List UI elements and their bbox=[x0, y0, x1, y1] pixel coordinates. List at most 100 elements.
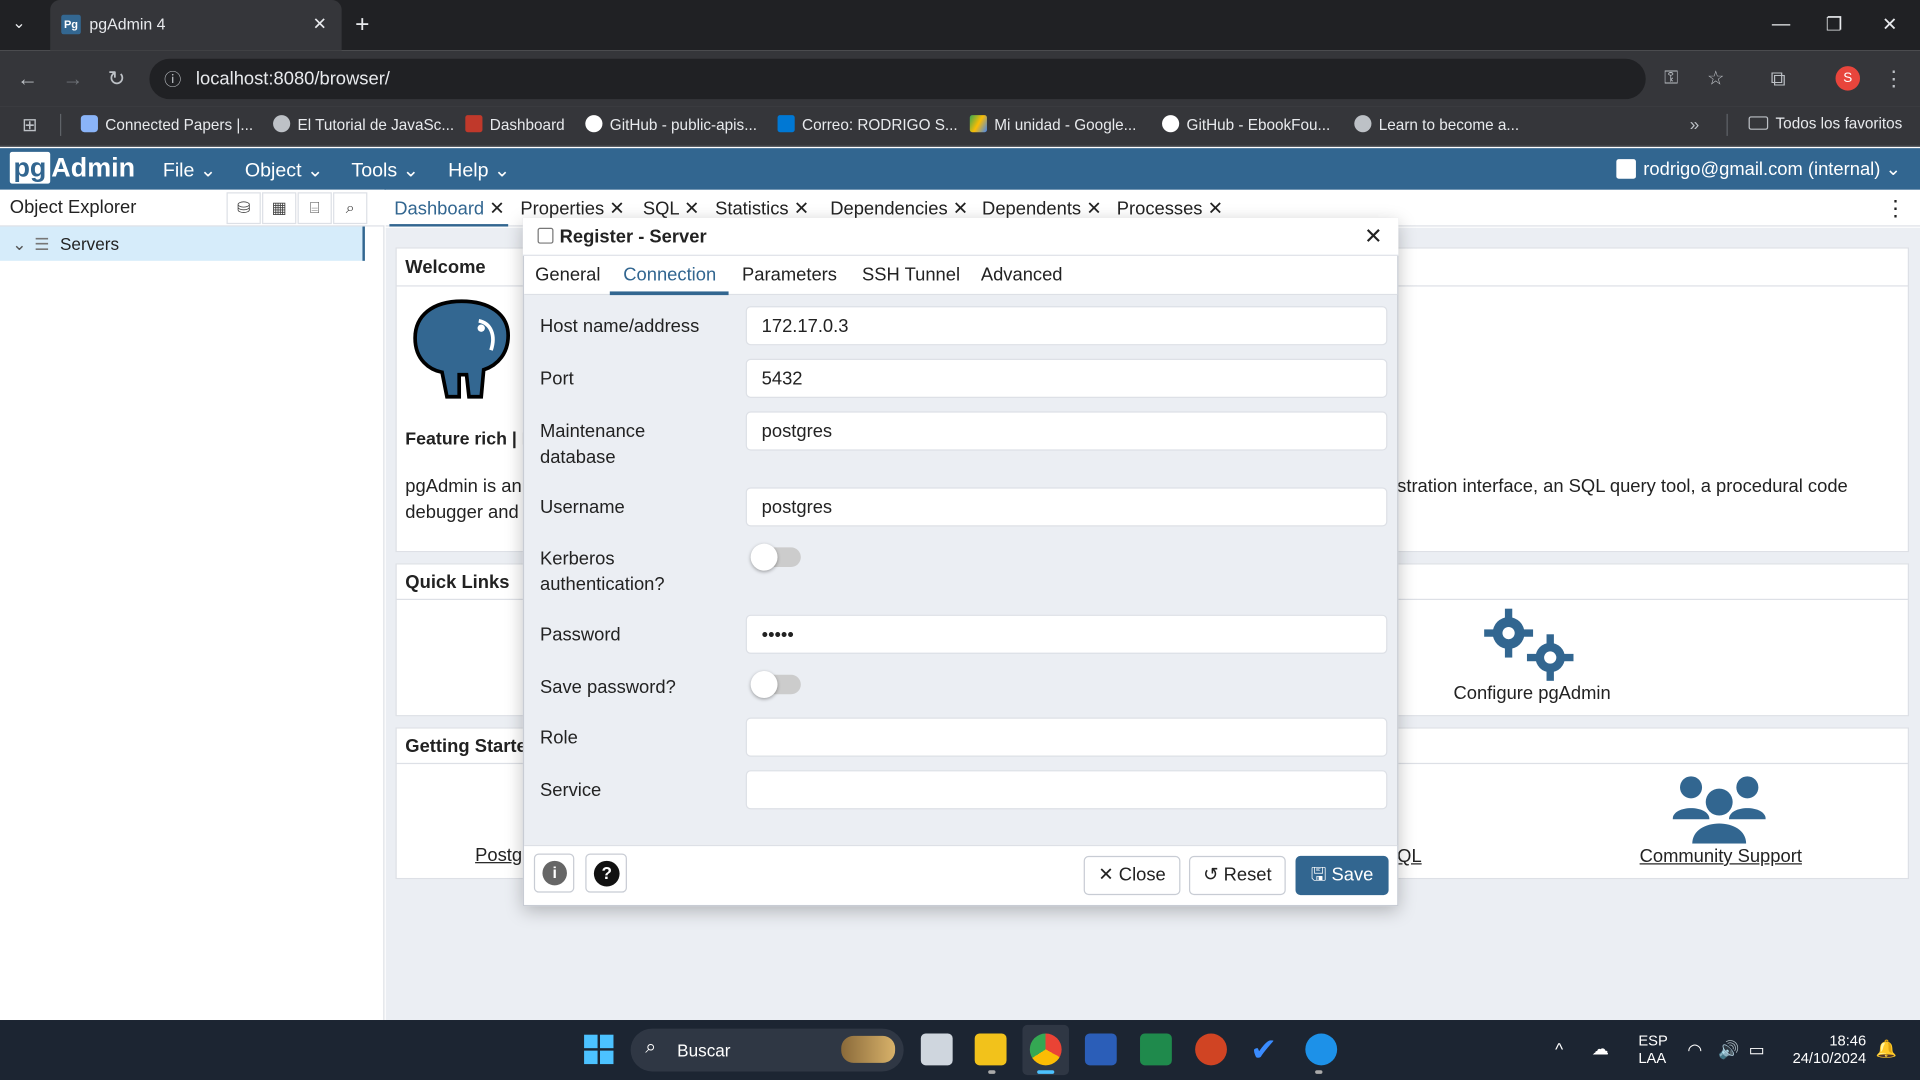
password-key-icon[interactable]: ⚿ bbox=[1664, 67, 1678, 88]
more-bookmarks-icon[interactable]: » bbox=[1690, 114, 1700, 134]
tab-general[interactable]: General bbox=[535, 264, 600, 285]
bookmark-item[interactable]: El Tutorial de JavaSc... bbox=[273, 115, 454, 133]
service-input[interactable] bbox=[745, 770, 1388, 810]
bookmark-item[interactable]: Correo: RODRIGO S... bbox=[777, 115, 958, 133]
user-menu[interactable]: rodrigo@gmail.com (internal) ⌄ bbox=[1616, 158, 1901, 180]
bookmark-item[interactable]: Learn to become a... bbox=[1354, 115, 1519, 133]
kerberos-toggle[interactable] bbox=[750, 543, 801, 571]
bookmark-item[interactable]: Connected Papers |... bbox=[80, 115, 253, 133]
community-users-icon[interactable] bbox=[1672, 770, 1766, 844]
menu-file[interactable]: File ⌄ bbox=[163, 158, 216, 182]
bookmark-item[interactable]: GitHub - EbookFou... bbox=[1162, 115, 1330, 133]
username-input[interactable] bbox=[745, 487, 1388, 527]
menu-tools[interactable]: Tools ⌄ bbox=[351, 158, 419, 182]
dialog-close-icon[interactable]: ✕ bbox=[1364, 224, 1382, 250]
port-input[interactable] bbox=[745, 358, 1388, 398]
battery-icon[interactable]: ▭ bbox=[1749, 1040, 1765, 1061]
community-support-link[interactable]: Community Support bbox=[1640, 846, 1802, 867]
close-icon[interactable]: ✕ bbox=[1208, 198, 1223, 219]
menu-object[interactable]: Object ⌄ bbox=[245, 158, 324, 182]
tree-node-servers[interactable]: ⌄ ☰ Servers bbox=[0, 226, 365, 261]
browser-menu-icon[interactable]: ⋮ bbox=[1883, 67, 1904, 91]
filter-rows-icon[interactable]: ⌸ bbox=[297, 192, 332, 225]
volume-icon[interactable]: 🔊 bbox=[1718, 1040, 1739, 1061]
omnibox[interactable]: ⓘ localhost:8080/browser/ ⚿ ☆ bbox=[149, 58, 1725, 100]
postgres-docs-link[interactable]: Postg bbox=[475, 845, 522, 866]
close-tab-icon[interactable]: ✕ bbox=[313, 13, 327, 34]
file-explorer-icon[interactable] bbox=[974, 1033, 1007, 1066]
site-info-icon[interactable]: ⓘ bbox=[164, 67, 181, 91]
menu-help[interactable]: Help ⌄ bbox=[448, 158, 510, 182]
tray-overflow-icon[interactable]: ^ bbox=[1555, 1040, 1563, 1060]
help-button[interactable]: ? bbox=[585, 853, 627, 893]
info-button[interactable]: i bbox=[533, 853, 575, 893]
bookmark-item[interactable]: GitHub - public-apis... bbox=[585, 115, 757, 133]
save-button[interactable]: 🖫 Save bbox=[1295, 855, 1389, 896]
forward-icon[interactable]: → bbox=[62, 67, 83, 91]
maintenance-db-label: Maintenance database bbox=[540, 421, 646, 468]
configure-pgadmin-link[interactable]: Configure pgAdmin bbox=[1453, 683, 1610, 704]
bookmark-item[interactable]: Mi unidad - Google... bbox=[969, 115, 1136, 133]
query-tool-icon[interactable]: ⛁ bbox=[226, 192, 261, 225]
apps-grid-icon[interactable]: ⊞ bbox=[22, 114, 37, 136]
back-icon[interactable]: ← bbox=[17, 67, 38, 91]
tab-statistics[interactable]: Statistics ✕ bbox=[715, 197, 809, 219]
close-icon[interactable]: ✕ bbox=[489, 198, 504, 219]
close-icon[interactable]: ✕ bbox=[609, 198, 624, 219]
close-button[interactable]: ✕ Close bbox=[1083, 855, 1181, 896]
tab-connection[interactable]: Connection bbox=[623, 264, 716, 285]
maintenance-db-input[interactable] bbox=[745, 411, 1388, 451]
docker-icon[interactable] bbox=[1305, 1033, 1338, 1066]
all-bookmarks-folder[interactable]: Todos los favoritos bbox=[1748, 115, 1902, 132]
powerpoint-icon[interactable] bbox=[1195, 1033, 1227, 1066]
tab-dependencies[interactable]: Dependencies ✕ bbox=[830, 197, 968, 219]
window-close-icon[interactable]: ✕ bbox=[1882, 13, 1897, 36]
browser-tab[interactable]: Pg pgAdmin 4 ✕ bbox=[50, 0, 342, 51]
windows-start-icon[interactable] bbox=[584, 1034, 614, 1065]
configure-gears-icon[interactable] bbox=[1484, 608, 1577, 682]
bookmark-star-icon[interactable]: ☆ bbox=[1707, 66, 1725, 90]
extensions-icon[interactable]: ⧉ bbox=[1771, 67, 1786, 91]
tab-processes[interactable]: Processes ✕ bbox=[1117, 197, 1223, 219]
tab-dependents[interactable]: Dependents ✕ bbox=[982, 197, 1102, 219]
close-icon[interactable]: ✕ bbox=[953, 198, 968, 219]
excel-icon[interactable] bbox=[1140, 1033, 1172, 1066]
chrome-icon[interactable] bbox=[1029, 1033, 1062, 1066]
tab-advanced[interactable]: Advanced bbox=[981, 264, 1063, 285]
task-view-icon[interactable] bbox=[920, 1033, 953, 1066]
more-options-icon[interactable]: ⋮ bbox=[1885, 196, 1907, 222]
close-icon[interactable]: ✕ bbox=[1086, 198, 1101, 219]
sql-link[interactable]: QL bbox=[1397, 846, 1422, 867]
reset-button[interactable]: ↺ Reset bbox=[1188, 855, 1286, 896]
tab-ssh-tunnel[interactable]: SSH Tunnel bbox=[862, 264, 960, 285]
tab-sql[interactable]: SQL ✕ bbox=[643, 197, 700, 219]
search-objects-icon[interactable]: ⌕ bbox=[333, 192, 368, 225]
bookmark-item[interactable]: Dashboard bbox=[465, 115, 565, 133]
profile-avatar[interactable]: S bbox=[1835, 66, 1861, 91]
view-data-icon[interactable]: ▦ bbox=[262, 192, 297, 225]
tab-dashboard[interactable]: Dashboard ✕ bbox=[394, 197, 504, 219]
reload-icon[interactable]: ↻ bbox=[108, 67, 125, 91]
wifi-icon[interactable]: ◠ bbox=[1687, 1040, 1702, 1061]
chevron-down-icon[interactable]: ⌄ bbox=[12, 234, 26, 255]
notification-bell-icon[interactable]: 🔔 bbox=[1876, 1038, 1897, 1059]
close-icon[interactable]: ✕ bbox=[794, 198, 809, 219]
new-tab-icon[interactable]: + bbox=[355, 11, 369, 39]
tab-search-icon[interactable]: ⌄ bbox=[12, 13, 25, 33]
tab-parameters[interactable]: Parameters bbox=[742, 264, 837, 285]
close-icon[interactable]: ✕ bbox=[684, 198, 699, 219]
onedrive-icon[interactable]: ☁ bbox=[1592, 1038, 1609, 1059]
word-icon[interactable] bbox=[1084, 1033, 1117, 1066]
minimize-icon[interactable]: — bbox=[1772, 13, 1790, 34]
todo-icon[interactable]: ✔ bbox=[1250, 1033, 1282, 1065]
host-input[interactable] bbox=[745, 306, 1388, 346]
search-placeholder: Buscar bbox=[677, 1040, 731, 1061]
taskbar-search[interactable]: ⌕ Buscar bbox=[630, 1028, 904, 1072]
clock[interactable]: 18:46 24/10/2024 bbox=[1788, 1032, 1867, 1066]
save-password-toggle[interactable] bbox=[750, 671, 801, 698]
input-language[interactable]: ESP LAA bbox=[1638, 1032, 1667, 1066]
password-input[interactable]: ••••• bbox=[745, 614, 1388, 654]
role-input[interactable] bbox=[745, 717, 1388, 757]
tab-properties[interactable]: Properties ✕ bbox=[520, 197, 624, 219]
restore-icon[interactable]: ❐ bbox=[1826, 13, 1842, 36]
